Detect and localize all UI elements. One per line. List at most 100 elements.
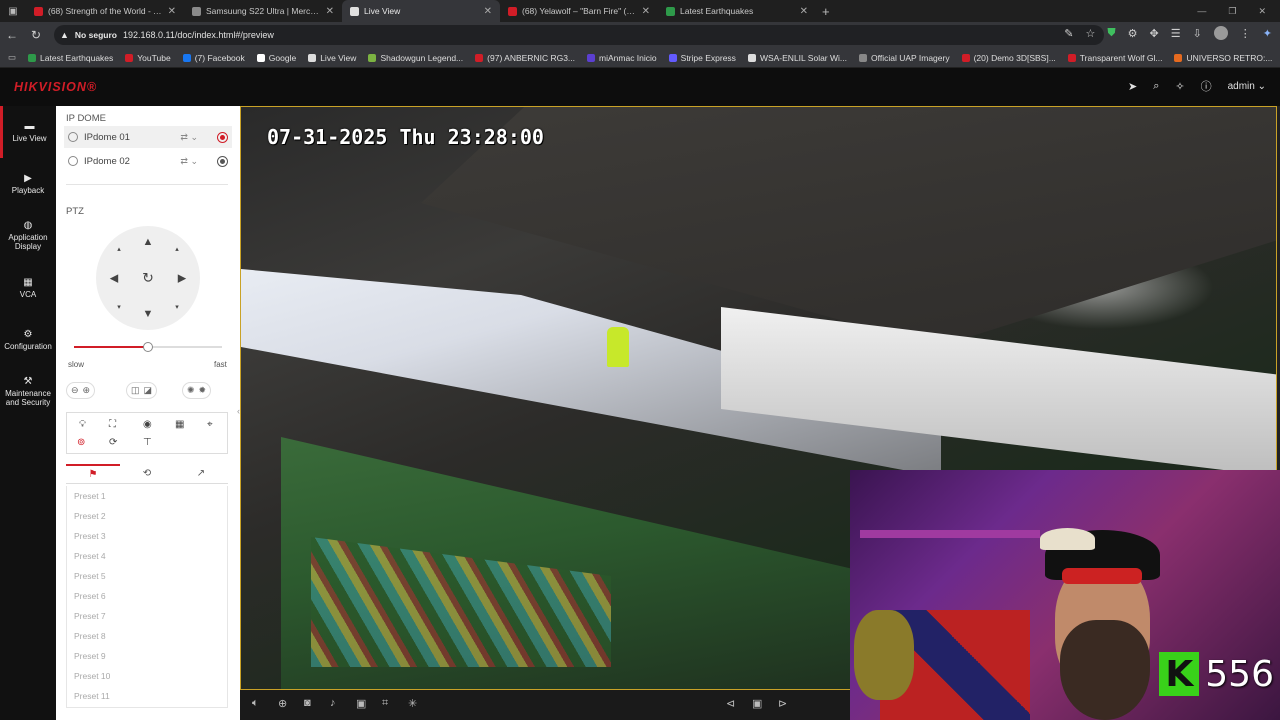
camera-item[interactable]: IPdome 02 ⇄ ⌄: [64, 150, 232, 172]
stream-switch-icon[interactable]: ⇄ ⌄: [180, 132, 198, 143]
download-icon[interactable]: ⇩: [1193, 27, 1202, 40]
bookmark-item[interactable]: UNIVERSO RETRO:...: [1174, 53, 1272, 63]
sidebar-item[interactable]: ⚒ Maintenance and Security: [0, 366, 56, 418]
bookmark-item[interactable]: (20) Demo 3D[SBS]...: [961, 53, 1056, 63]
gemini-icon[interactable]: ✦: [1263, 27, 1272, 40]
bookmark-item[interactable]: YouTube: [125, 53, 171, 63]
ptz-auto-scan-icon[interactable]: ↻: [142, 270, 154, 287]
info-icon[interactable]: ⓘ: [1201, 78, 1212, 94]
bookmark-item[interactable]: Google: [256, 53, 296, 63]
tab-close-icon[interactable]: ✕: [800, 6, 808, 17]
send-icon[interactable]: ➤: [1128, 80, 1137, 93]
bookmark-item[interactable]: Official UAP Imagery: [859, 53, 950, 63]
extension-icon[interactable]: ⚙: [1128, 27, 1138, 40]
url-text[interactable]: 192.168.0.11/doc/index.html#/preview: [123, 30, 274, 40]
bookmark-item[interactable]: Transparent Wolf Gl...: [1067, 53, 1162, 63]
record-clip-icon[interactable]: ▣: [356, 697, 366, 710]
park-icon[interactable]: ⟳: [109, 437, 117, 448]
manual-track-icon[interactable]: ⌖: [207, 419, 213, 430]
star-icon[interactable]: ☆: [1085, 27, 1095, 40]
preset-item[interactable]: Preset 9: [67, 646, 227, 666]
edit-icon[interactable]: ✎: [1064, 27, 1073, 40]
search-icon[interactable]: ⌕: [1153, 80, 1159, 93]
stream-switch-icon[interactable]: ⇄ ⌄: [180, 156, 198, 167]
ptz-left-icon[interactable]: ◀: [110, 272, 118, 285]
bookmark-item[interactable]: Latest Earthquakes: [28, 53, 113, 63]
sidebar-item[interactable]: ⚙ Configuration: [0, 314, 56, 366]
zoom-in-icon[interactable]: ⊕: [83, 385, 91, 396]
grid-icon[interactable]: ▦: [175, 419, 184, 430]
ptz-up-right-icon[interactable]: ▴: [175, 245, 179, 253]
browser-tab[interactable]: Live View ✕: [342, 0, 500, 22]
wiper-icon[interactable]: ⊤: [143, 437, 152, 448]
preset-flag-icon[interactable]: ⚑: [66, 464, 120, 483]
fullscreen-icon[interactable]: ▣: [752, 697, 762, 710]
reload-icon[interactable]: ↻: [24, 28, 48, 42]
extensions-icon[interactable]: ✥: [1149, 27, 1158, 40]
focus-area-icon[interactable]: ⛶: [109, 419, 116, 430]
prev-page-icon[interactable]: ⊲: [726, 697, 735, 710]
preset-item[interactable]: Preset 3: [67, 526, 227, 546]
close-window-icon[interactable]: ✕: [1258, 6, 1266, 17]
audio-icon[interactable]: 🔈︎: [252, 697, 259, 710]
digital-zoom-icon[interactable]: ⊕: [278, 697, 287, 710]
ptz-up-left-icon[interactable]: ▴: [117, 245, 121, 253]
browser-tab[interactable]: Latest Earthquakes ✕: [658, 0, 816, 22]
bookmark-item[interactable]: (7) Facebook: [182, 53, 245, 63]
tab-close-icon[interactable]: ✕: [168, 6, 176, 17]
omnibox[interactable]: ▲ No seguro 192.168.0.11/doc/index.html#…: [54, 25, 1104, 45]
camera-item[interactable]: IPdome 01 ⇄ ⌄: [64, 126, 232, 148]
bookmark-item[interactable]: WSA-ENLIL Solar Wi...: [747, 53, 847, 63]
browser-tab[interactable]: (68) Strength of the World - YouTube ✕: [26, 0, 184, 22]
browser-tab[interactable]: Samsuung S22 Ultra | MercadoLibre ✕: [184, 0, 342, 22]
ptz-up-icon[interactable]: ▲: [143, 236, 154, 248]
bookmark-item[interactable]: (97) ANBERNIC RG3...: [475, 53, 575, 63]
3d-zoom-icon[interactable]: ⊚: [77, 437, 85, 448]
patrol-icon[interactable]: ⟲: [120, 464, 174, 483]
maximize-icon[interactable]: ❐: [1228, 6, 1236, 17]
profile-avatar[interactable]: [1213, 26, 1228, 40]
ptz-down-icon[interactable]: ▼: [143, 308, 154, 320]
minimize-icon[interactable]: —: [1197, 6, 1206, 16]
bookmark-item[interactable]: Live View: [308, 53, 356, 63]
next-page-icon[interactable]: ⊳: [778, 697, 787, 710]
pattern-icon[interactable]: ↗: [174, 464, 228, 483]
menu-icon[interactable]: ⋮: [1240, 27, 1251, 40]
preset-item[interactable]: Preset 10: [67, 666, 227, 686]
preset-item[interactable]: Preset 6: [67, 586, 227, 606]
shield-extension-icon[interactable]: ⛊: [1107, 27, 1115, 40]
region-exposure-icon[interactable]: ✳: [408, 697, 417, 710]
bookmark-item[interactable]: Shadowgun Legend...: [368, 53, 463, 63]
preset-item[interactable]: Preset 1: [67, 486, 227, 506]
iris-open-icon[interactable]: ✺: [187, 385, 195, 396]
tab-actions-icon[interactable]: ▣: [0, 6, 26, 17]
back-icon[interactable]: ←: [0, 28, 24, 42]
sidebar-item[interactable]: ◍ Application Display: [0, 210, 56, 262]
browser-tab[interactable]: (68) Yelawolf – "Barn Fire" (Official ✕: [500, 0, 658, 22]
bookmarks-icon[interactable]: ☰: [1171, 27, 1181, 40]
record-icon[interactable]: [217, 131, 228, 143]
tab-close-icon[interactable]: ✕: [642, 6, 650, 17]
focus-near-icon[interactable]: ◫: [131, 385, 140, 396]
sidebar-item[interactable]: ▬ Live View: [0, 106, 56, 158]
preset-item[interactable]: Preset 5: [67, 566, 227, 586]
tab-close-icon[interactable]: ✕: [326, 6, 334, 17]
bookmark-item[interactable]: Stripe Express: [668, 53, 736, 63]
one-touch-icon[interactable]: ◉: [143, 419, 152, 430]
sidebar-item[interactable]: ▦ VCA: [0, 262, 56, 314]
speed-knob[interactable]: [143, 342, 153, 352]
user-menu[interactable]: admin ⌄: [1228, 81, 1266, 92]
puzzle-icon[interactable]: ✧: [1175, 80, 1184, 93]
new-tab-button[interactable]: +: [822, 4, 830, 19]
ptz-right-icon[interactable]: ▶: [178, 272, 186, 285]
ptz-down-left-icon[interactable]: ▾: [117, 303, 121, 311]
ptz-down-right-icon[interactable]: ▾: [175, 303, 179, 311]
focus-far-icon[interactable]: ◪: [144, 385, 153, 396]
iris-close-icon[interactable]: ✹: [199, 385, 207, 396]
record-icon[interactable]: [217, 155, 228, 167]
ptz-speed-slider[interactable]: [74, 342, 222, 352]
microphone-icon[interactable]: ♪: [330, 697, 336, 709]
region-focus-icon[interactable]: ⌗: [382, 697, 388, 710]
preset-item[interactable]: Preset 11: [67, 686, 227, 706]
preset-item[interactable]: Preset 2: [67, 506, 227, 526]
